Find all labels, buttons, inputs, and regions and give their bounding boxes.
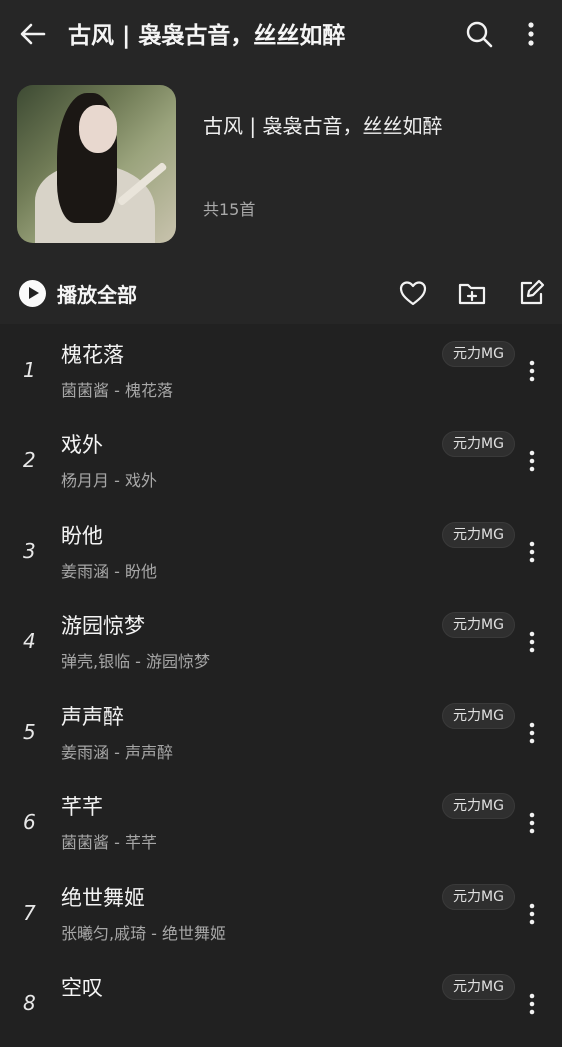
edit-icon[interactable]: [514, 276, 548, 310]
arrow-left-icon[interactable]: [14, 15, 52, 53]
more-vertical-icon[interactable]: [518, 625, 546, 659]
search-icon[interactable]: [460, 15, 498, 53]
song-index: 5: [23, 720, 36, 744]
song-count: 共15首: [203, 200, 256, 219]
song-row[interactable]: 3 盼他 姜雨涵 - 盼他 元力MG: [0, 505, 562, 595]
play-all-button[interactable]: 播放全部: [19, 277, 137, 309]
heart-icon[interactable]: [396, 276, 430, 310]
song-title: 戏外: [61, 433, 103, 457]
playlist-cover-image[interactable]: [17, 85, 176, 243]
top-bar: 古风 | 袅袅古音，丝丝如醉: [0, 0, 562, 66]
song-artist: 姜雨涵 - 盼他: [61, 562, 157, 581]
song-artist: 菌菌酱 - 槐花落: [61, 381, 173, 400]
song-title: 游园惊梦: [61, 614, 145, 638]
more-vertical-icon[interactable]: [518, 354, 546, 388]
source-tag: 元力MG: [442, 341, 515, 367]
song-index: 3: [23, 539, 36, 563]
more-vertical-icon[interactable]: [518, 987, 546, 1021]
song-index: 7: [23, 901, 36, 925]
page-title: 古风 | 袅袅古音，丝丝如醉: [68, 23, 346, 49]
source-tag: 元力MG: [442, 974, 515, 1000]
song-index: 4: [23, 629, 36, 653]
playlist-header: 古风 | 袅袅古音，丝丝如醉 共15首 播放全部: [0, 66, 562, 324]
song-artist: 姜雨涵 - 声声醉: [61, 743, 173, 762]
play-all-label: 播放全部: [57, 282, 137, 307]
source-tag: 元力MG: [442, 522, 515, 548]
more-vertical-icon[interactable]: [518, 716, 546, 750]
play-icon: [19, 279, 46, 307]
more-vertical-icon[interactable]: [518, 897, 546, 931]
source-tag: 元力MG: [442, 793, 515, 819]
more-vertical-icon[interactable]: [512, 15, 550, 53]
more-vertical-icon[interactable]: [518, 806, 546, 840]
song-title: 声声醉: [61, 705, 124, 729]
source-tag: 元力MG: [442, 612, 515, 638]
song-index: 6: [23, 810, 36, 834]
song-row[interactable]: 5 声声醉 姜雨涵 - 声声醉 元力MG: [0, 686, 562, 776]
source-tag: 元力MG: [442, 703, 515, 729]
folder-add-icon[interactable]: [455, 276, 489, 310]
song-row[interactable]: 8 空叹 元力MG: [0, 957, 562, 1047]
more-vertical-icon[interactable]: [518, 444, 546, 478]
cover-face: [79, 105, 117, 153]
song-index: 8: [23, 991, 36, 1015]
song-title: 芊芊: [61, 795, 103, 819]
song-row[interactable]: 6 芊芊 菌菌酱 - 芊芊 元力MG: [0, 776, 562, 866]
song-title: 盼他: [61, 524, 103, 548]
playlist-title: 古风 | 袅袅古音，丝丝如醉: [203, 114, 443, 138]
song-row[interactable]: 4 游园惊梦 弹壳,银临 - 游园惊梦 元力MG: [0, 595, 562, 685]
song-artist: 菌菌酱 - 芊芊: [61, 833, 157, 852]
song-index: 1: [23, 358, 36, 382]
song-artist: 弹壳,银临 - 游园惊梦: [61, 652, 211, 671]
song-title: 绝世舞姬: [61, 886, 145, 910]
song-row[interactable]: 2 戏外 杨月月 - 戏外 元力MG: [0, 414, 562, 504]
more-vertical-icon[interactable]: [518, 535, 546, 569]
song-row[interactable]: 7 绝世舞姬 张曦匀,戚琦 - 绝世舞姬 元力MG: [0, 867, 562, 957]
song-artist: 张曦匀,戚琦 - 绝世舞姬: [61, 924, 227, 943]
source-tag: 元力MG: [442, 431, 515, 457]
source-tag: 元力MG: [442, 884, 515, 910]
song-index: 2: [23, 448, 36, 472]
song-title: 空叹: [61, 976, 103, 1000]
song-row[interactable]: 1 槐花落 菌菌酱 - 槐花落 元力MG: [0, 324, 562, 414]
song-title: 槐花落: [61, 343, 124, 367]
song-artist: 杨月月 - 戏外: [61, 471, 157, 490]
